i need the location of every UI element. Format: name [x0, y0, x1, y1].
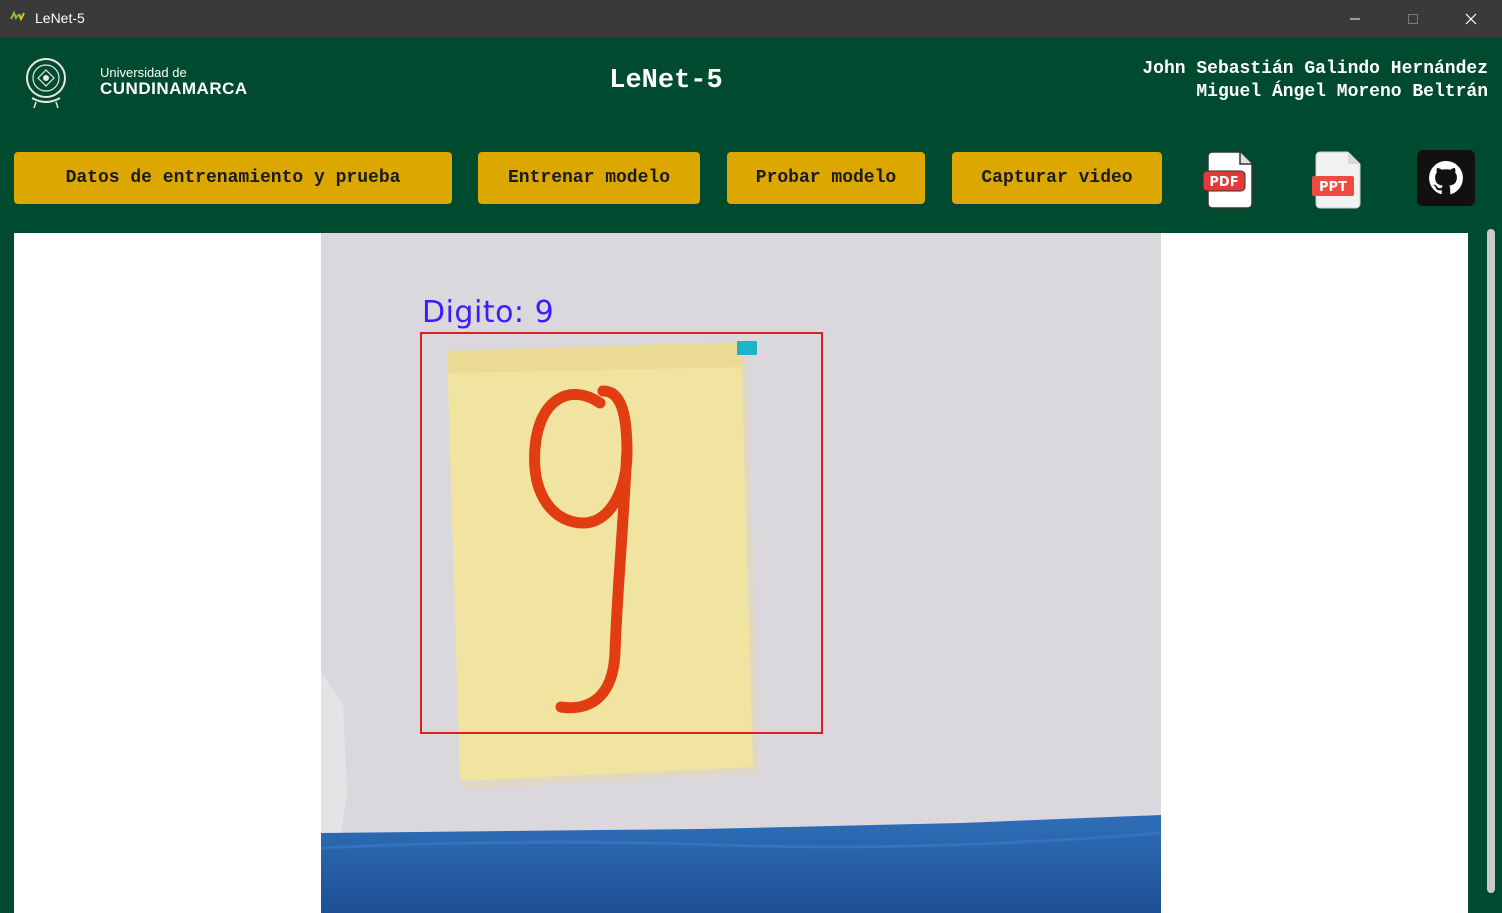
ppt-file-icon: PPT	[1312, 151, 1361, 209]
training-data-button[interactable]: Datos de entrenamiento y prueba	[14, 152, 452, 204]
pdf-label: PDF	[1209, 175, 1238, 190]
ppt-label: PPT	[1319, 180, 1347, 195]
maximize-icon	[1408, 14, 1418, 24]
close-button[interactable]	[1442, 0, 1500, 38]
pdf-button[interactable]: PDF	[1200, 148, 1260, 210]
university-seal-icon	[26, 58, 66, 109]
minimize-button[interactable]	[1326, 0, 1384, 38]
github-icon	[1417, 150, 1475, 206]
minimize-icon	[1350, 18, 1360, 20]
camera-frame: Digito: 9	[320, 233, 1162, 913]
author-name: Miguel Ángel Moreno Beltrán	[1196, 82, 1488, 102]
train-model-button[interactable]: Entrenar modelo	[478, 152, 700, 204]
app-header: Universidad de CUNDINAMARCA LeNet-5 John…	[0, 38, 1502, 138]
university-logo: Universidad de CUNDINAMARCA	[24, 52, 247, 112]
window-title: LeNet-5	[35, 10, 85, 26]
capture-video-button[interactable]: Capturar video	[952, 152, 1162, 204]
author-name: John Sebastián Galindo Hernández	[1142, 59, 1488, 79]
pdf-file-icon: PDF	[1202, 151, 1253, 209]
logo-line-2: CUNDINAMARCA	[100, 79, 248, 98]
app-icon	[10, 10, 28, 26]
logo-line-1: Universidad de	[100, 65, 187, 80]
authors: John Sebastián Galindo Hernández Miguel …	[1142, 58, 1488, 104]
test-model-button[interactable]: Probar modelo	[727, 152, 925, 204]
github-button[interactable]	[1416, 149, 1476, 211]
scroll-thumb[interactable]	[1487, 229, 1495, 893]
window-titlebar: LeNet-5	[0, 0, 1502, 38]
close-icon	[1465, 13, 1477, 25]
vertical-scrollbar[interactable]	[1484, 223, 1498, 913]
maximize-button[interactable]	[1384, 0, 1442, 38]
ppt-button[interactable]: PPT	[1308, 148, 1368, 210]
camera-frame-image	[320, 233, 1162, 913]
detection-label: Digito: 9	[422, 295, 555, 330]
app-title: LeNet-5	[609, 66, 723, 96]
video-display-area: Digito: 9	[14, 233, 1468, 913]
